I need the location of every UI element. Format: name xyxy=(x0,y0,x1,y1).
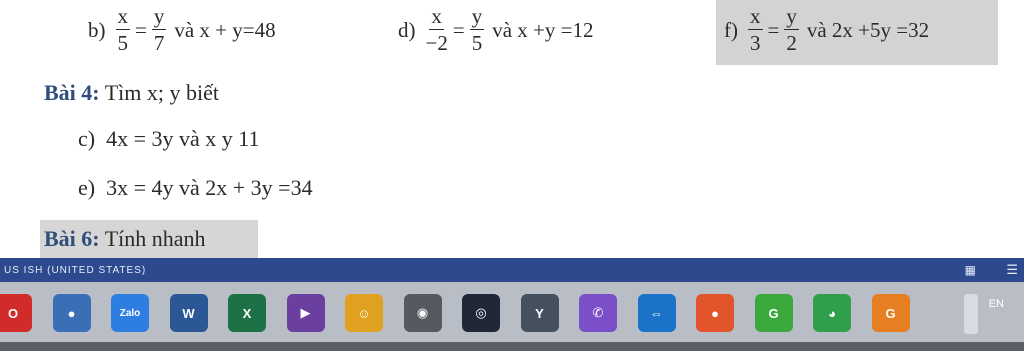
chrome-icon[interactable]: ◕ xyxy=(813,294,851,332)
fraction-y-over-5: y 5 xyxy=(469,4,485,55)
menu-icon[interactable]: ☰ xyxy=(1006,262,1018,278)
language-indicator[interactable]: EN xyxy=(989,298,1004,310)
bottom-strip xyxy=(0,342,1024,351)
unikey-icon[interactable]: Y xyxy=(520,294,559,332)
problem-b: b) x 5 = y 7 và x + y=48 xyxy=(88,4,276,55)
taskbar-divider xyxy=(964,294,978,334)
problem-d: d) x −2 = y 5 và x +y =12 xyxy=(398,4,594,55)
geogebra-icon[interactable]: G xyxy=(871,294,910,332)
status-bar: US ISH (UNITED STATES) ▦ ☰ xyxy=(0,258,1024,282)
coc-coc-icon[interactable]: ☺ xyxy=(345,294,383,332)
fraction-x-over-3: x 3 xyxy=(748,4,763,55)
excel-icon[interactable]: X xyxy=(228,294,266,332)
app-green-icon[interactable]: G xyxy=(754,294,793,332)
firefox-icon[interactable]: ● xyxy=(696,294,734,332)
taskbar: EN O ● Zalo W X ▶ ☺ ◉ ◎ Y ✆ ⇔ ● G ◕ G xyxy=(0,282,1024,342)
viber-icon[interactable]: ✆ xyxy=(579,294,617,332)
teamviewer-icon[interactable]: ⇔ xyxy=(637,294,676,332)
opera-icon[interactable]: O xyxy=(0,294,32,332)
item-e: e) 3x = 4y và 2x + 3y =34 xyxy=(78,175,313,200)
zalo-icon[interactable]: Zalo xyxy=(111,294,149,332)
fraction-x-over-5: x 5 xyxy=(115,4,130,55)
obs-icon[interactable]: ◎ xyxy=(462,294,500,332)
document-page: b) x 5 = y 7 và x + y=48 d) x −2 = y 5 v… xyxy=(0,0,1024,258)
app-blue-icon[interactable]: ● xyxy=(52,294,91,332)
bai-4-heading: Bài 4: Tìm x; y biết xyxy=(44,80,219,105)
fraction-y-over-7: y 7 xyxy=(151,4,167,55)
problem-f: f) x 3 = y 2 và 2x +5y =32 xyxy=(724,4,930,55)
camera-icon[interactable]: ◉ xyxy=(403,294,442,332)
media-player-icon[interactable]: ▶ xyxy=(286,294,325,332)
fraction-x-over-minus2: x −2 xyxy=(425,4,448,55)
layout-icon[interactable]: ▦ xyxy=(965,263,976,277)
word-icon[interactable]: W xyxy=(169,294,208,332)
item-c: c) 4x = 3y và x y 11 xyxy=(78,126,260,151)
bai-6-heading: Bài 6: Tính nhanh xyxy=(44,226,206,251)
fraction-y-over-2: y 2 xyxy=(784,4,799,55)
